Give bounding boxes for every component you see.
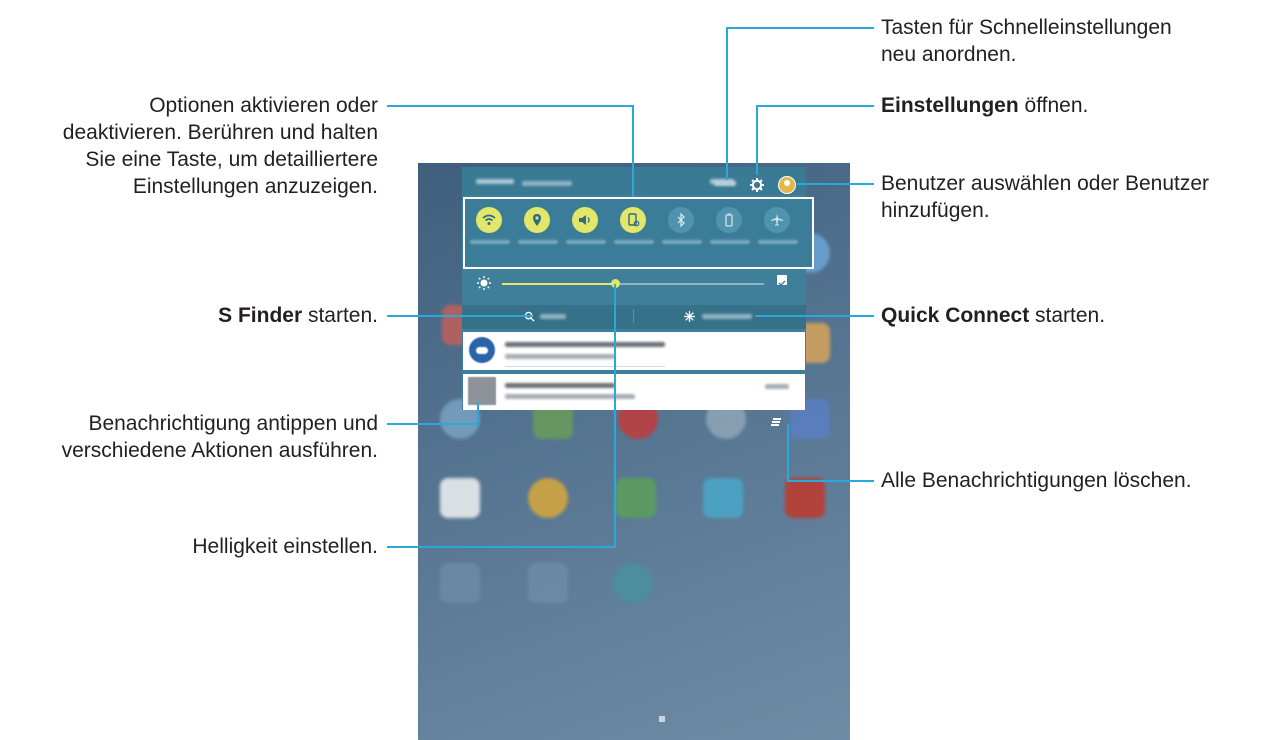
quick-setting-label — [470, 240, 510, 244]
chrome-icon[interactable] — [528, 478, 568, 518]
quick-connect-button[interactable] — [682, 308, 762, 324]
auto-brightness-checkbox[interactable] — [777, 275, 787, 286]
wifi-icon[interactable] — [476, 207, 502, 233]
callout-line: Helligkeit einstellen. — [192, 535, 378, 558]
galaxy-apps-icon[interactable] — [440, 478, 480, 518]
callout-line: Benutzer auswählen oder Benutzer — [881, 172, 1210, 195]
callout-bold: Quick Connect — [881, 304, 1030, 327]
play-store-icon[interactable] — [703, 478, 743, 518]
brightness-slider-fill — [502, 283, 615, 285]
callout-line: deaktivieren. Berühren und halten — [62, 121, 378, 144]
callout-user: Benutzer auswählen oder Benutzer hinzufü… — [881, 170, 1209, 224]
airplane-mode-icon[interactable] — [764, 207, 790, 233]
callout-rest: starten. — [302, 304, 378, 327]
folder-icon[interactable] — [440, 563, 480, 603]
callout-line: Sie eine Taste, um detailliertere — [85, 148, 378, 171]
callout-notification: Benachrichtigung antippen und verschiede… — [0, 410, 378, 464]
page-indicator — [659, 716, 665, 722]
brightness-slider-handle[interactable] — [611, 279, 620, 288]
folder-icon[interactable] — [528, 563, 568, 603]
callout-bold: S Finder — [218, 304, 303, 327]
callout-options: Optionen aktivieren oder deaktivieren. B… — [0, 92, 378, 200]
app-icon[interactable] — [613, 563, 653, 603]
quick-connect-icon — [684, 311, 695, 322]
callout-bold: Einstellungen — [881, 94, 1019, 117]
bluetooth-icon[interactable] — [668, 207, 694, 233]
quick-setting-label — [518, 240, 558, 244]
clear-all-button[interactable] — [771, 418, 783, 426]
leader-rearrange — [726, 27, 874, 180]
cloud-icon — [469, 337, 495, 363]
callout-rearrange: Tasten für Schnelleinstellungen neu anor… — [881, 14, 1172, 68]
brightness-icon — [477, 276, 491, 290]
callout-settings: Einstellungen öffnen. — [881, 92, 1088, 119]
callout-rest: öffnen. — [1018, 94, 1089, 117]
callout-line: Alle Benachrichtigungen löschen. — [881, 469, 1192, 492]
screen-mirroring-icon[interactable] — [620, 207, 646, 233]
callout-line: Tasten für Schnelleinstellungen — [881, 16, 1172, 39]
sound-icon[interactable] — [572, 207, 598, 233]
callout-clear-all: Alle Benachrichtigungen löschen. — [881, 467, 1192, 494]
user-avatar[interactable] — [778, 176, 796, 194]
divider — [633, 309, 634, 323]
callout-line: Optionen aktivieren oder — [149, 94, 378, 117]
callout-quick-connect: Quick Connect starten. — [881, 302, 1105, 329]
youtube-icon[interactable] — [785, 478, 825, 518]
callout-line: Benachrichtigung antippen und — [88, 412, 378, 435]
quick-setting-label — [566, 240, 606, 244]
quick-setting-label — [758, 240, 798, 244]
brightness-row — [462, 269, 806, 303]
callout-rest: starten. — [1029, 304, 1106, 327]
callout-brightness: Helligkeit einstellen. — [78, 533, 378, 560]
callout-line: verschiedene Aktionen ausführen. — [61, 439, 378, 462]
callout-line: neu anordnen. — [881, 43, 1017, 66]
notification-onedrive[interactable] — [463, 332, 805, 370]
maps-icon[interactable] — [616, 478, 656, 518]
quick-setting-label — [710, 240, 750, 244]
callout-line: hinzufügen. — [881, 199, 990, 222]
quick-setting-label — [662, 240, 702, 244]
search-icon — [524, 311, 535, 322]
screenshot-thumbnail — [468, 377, 496, 405]
power-saving-icon[interactable] — [716, 207, 742, 233]
s-finder-button[interactable] — [520, 308, 580, 324]
quick-setting-label — [614, 240, 654, 244]
location-icon[interactable] — [524, 207, 550, 233]
callout-s-finder: S Finder starten. — [78, 302, 378, 329]
notification-screenshot[interactable] — [463, 374, 805, 410]
settings-gear-icon[interactable] — [750, 178, 764, 192]
callout-line: Einstellungen anzuzeigen. — [132, 175, 378, 198]
edit-quick-settings-button[interactable] — [714, 179, 736, 187]
